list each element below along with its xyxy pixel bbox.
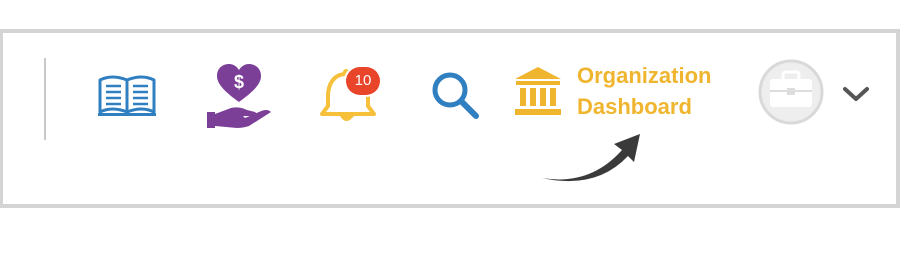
- resources-button[interactable]: [96, 72, 158, 118]
- notification-count-badge: 10: [346, 67, 380, 95]
- bank-building-icon: [515, 67, 561, 115]
- svg-text:$: $: [234, 72, 244, 92]
- search-button[interactable]: [430, 70, 480, 120]
- search-icon: [432, 72, 479, 119]
- curved-arrow-icon: [542, 134, 640, 182]
- heart-hand-donate-icon: $: [207, 64, 271, 128]
- donate-button[interactable]: $: [205, 62, 273, 132]
- briefcase-avatar-icon: [758, 59, 824, 125]
- toolbar-divider: [44, 58, 46, 140]
- chevron-down-icon: [843, 87, 869, 101]
- organization-dashboard-label: Organization Dashboard: [577, 63, 712, 119]
- organization-dashboard-link[interactable]: Organization Dashboard: [510, 58, 730, 128]
- open-book-icon: [98, 75, 156, 116]
- account-menu-button[interactable]: [756, 58, 872, 130]
